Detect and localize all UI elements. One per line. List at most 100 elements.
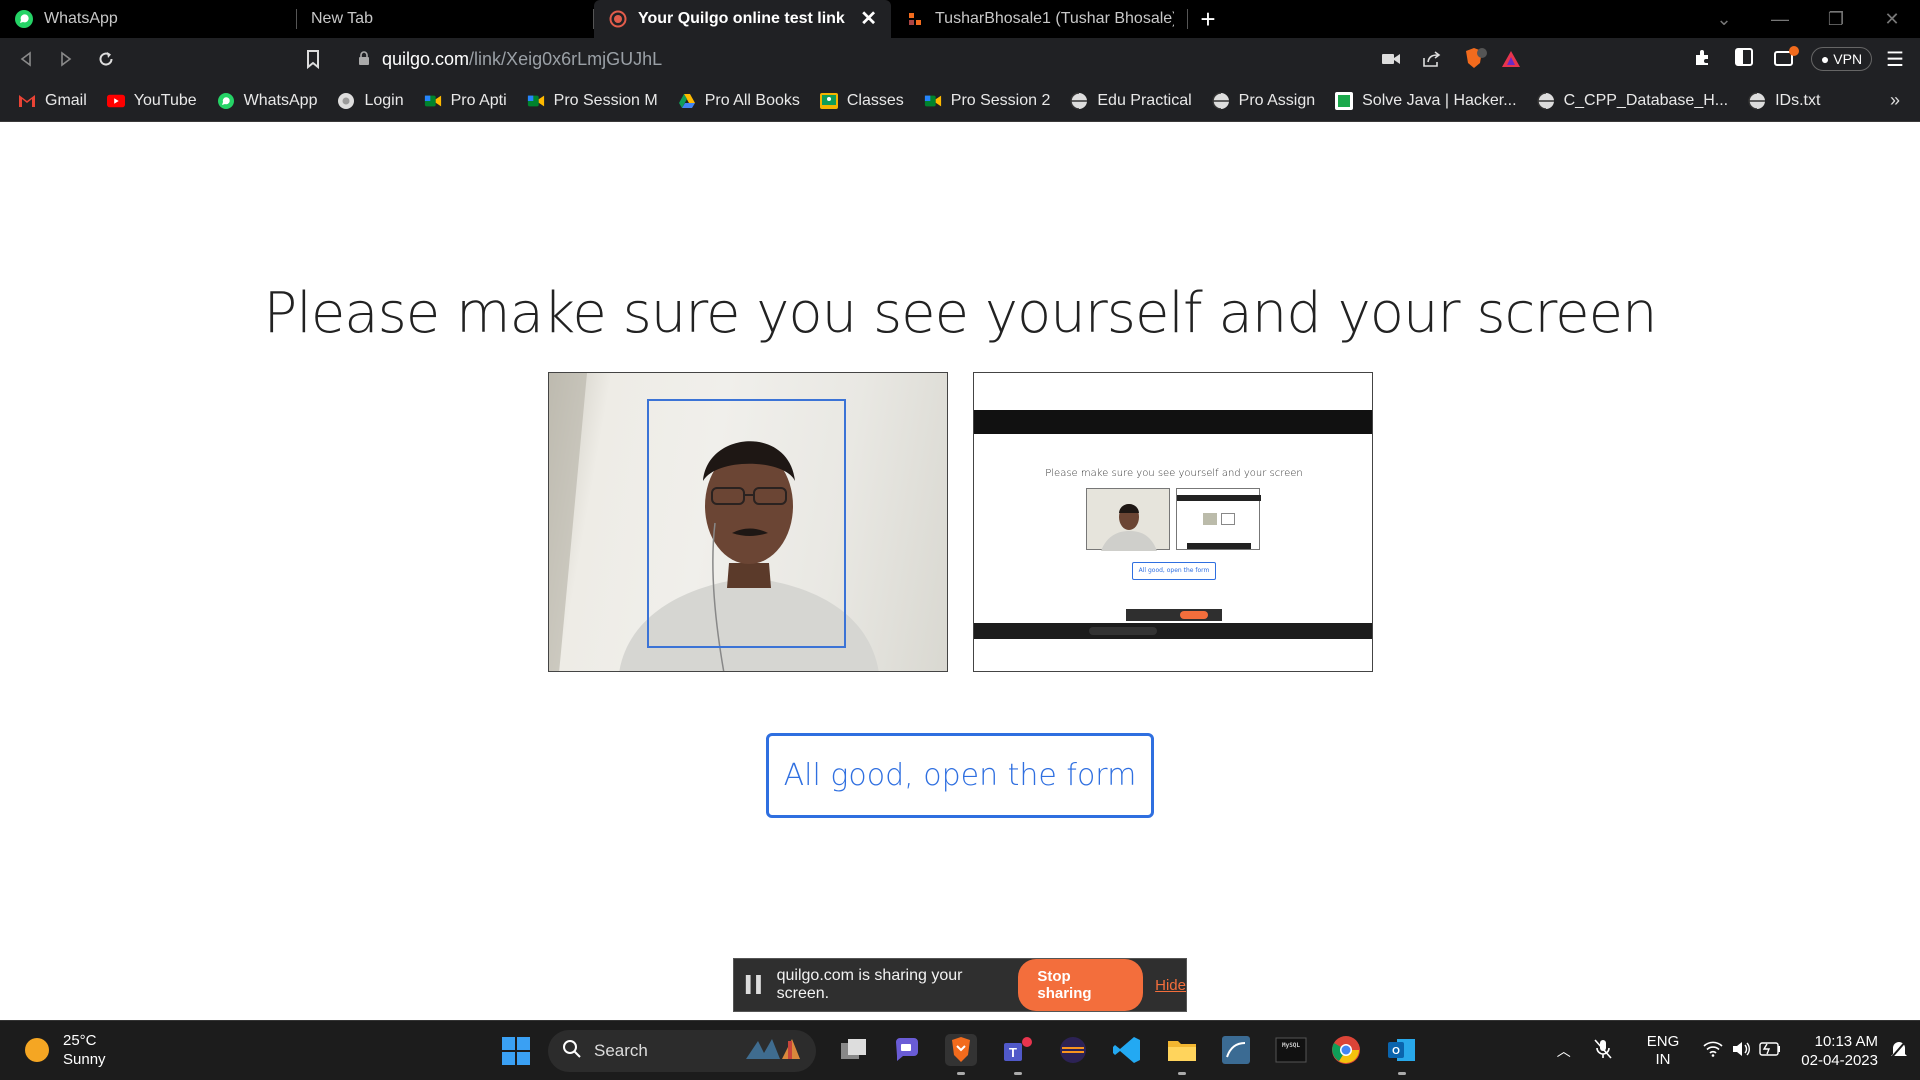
bookmark-icon[interactable]	[302, 48, 324, 70]
pause-icon: ▍▍	[746, 977, 769, 994]
reload-icon[interactable]	[86, 38, 126, 80]
bookmark-pro-apti[interactable]: Pro Apti	[424, 92, 507, 110]
bookmark-label: Gmail	[45, 91, 87, 109]
bookmark-gmail[interactable]: Gmail	[18, 92, 87, 110]
vscode-icon[interactable]	[1111, 1034, 1143, 1066]
close-icon[interactable]: ✕	[860, 9, 877, 29]
windows-logo-tile	[502, 1037, 515, 1050]
bookmark-label: WhatsApp	[243, 91, 318, 109]
bookmark-cpp-database[interactable]: C_CPP_Database_H...	[1536, 92, 1728, 110]
mic-muted-icon[interactable]	[1593, 1038, 1613, 1065]
preview-open-form-button: All good, open the form	[1132, 562, 1216, 580]
hide-link[interactable]: Hide	[1155, 977, 1186, 994]
bookmark-pro-session-2[interactable]: Pro Session 2	[924, 92, 1050, 110]
svg-text:MySQL: MySQL	[1282, 1042, 1300, 1049]
bookmark-pro-assign[interactable]: Pro Assign	[1211, 91, 1316, 110]
bookmark-youtube[interactable]: YouTube	[106, 92, 197, 110]
bookmark-whatsapp[interactable]: WhatsApp	[217, 91, 318, 110]
chevron-down-icon[interactable]: ⌄	[1696, 9, 1752, 30]
bookmark-ids-txt[interactable]: IDs.txt	[1748, 92, 1820, 110]
tab-title: Your Quilgo online test link	[638, 10, 845, 27]
bookmarks-overflow-button[interactable]: »	[1890, 90, 1900, 111]
bookmark-hackerrank[interactable]: Solve Java | Hacker...	[1335, 91, 1517, 110]
volume-icon[interactable]	[1731, 1041, 1751, 1062]
meet-icon	[527, 92, 545, 110]
back-icon[interactable]	[6, 38, 46, 80]
screen-share-banner: ▍▍ quilgo.com is sharing your screen. St…	[733, 958, 1187, 1012]
preview-chrome	[974, 410, 1372, 434]
tab-strip: WhatsApp New Tab Your Quilgo online test…	[0, 0, 1920, 38]
weather-widget[interactable]: 25°C Sunny	[25, 1031, 106, 1069]
windows-logo-tile	[517, 1052, 530, 1065]
close-window-icon[interactable]: ✕	[1864, 9, 1920, 30]
camera-preview	[548, 372, 948, 672]
camera-icon[interactable]	[1382, 44, 1400, 74]
extensions-icon[interactable]	[1693, 47, 1713, 71]
chat-icon[interactable]	[891, 1034, 923, 1066]
bookmark-label: IDs.txt	[1775, 91, 1821, 109]
brave-rewards-icon[interactable]	[1500, 44, 1522, 74]
sidebar-icon[interactable]	[1734, 48, 1753, 70]
youtube-icon	[106, 92, 125, 110]
bookmark-pro-session-m[interactable]: Pro Session M	[527, 92, 658, 110]
tab-title: New Tab	[311, 10, 373, 27]
bookmark-login[interactable]: Login	[337, 92, 404, 110]
hackerrank-icon	[1335, 91, 1354, 110]
wallet-icon[interactable]	[1773, 46, 1799, 72]
url-path: /link/Xeig0x6rLmjGUJhL	[469, 48, 663, 69]
tab-quilgo[interactable]: Your Quilgo online test link ✕	[594, 0, 891, 38]
menu-icon[interactable]: ☰	[1886, 47, 1904, 71]
teams-icon[interactable]: T	[1002, 1034, 1034, 1075]
browser-toolbar: quilgo.com/link/Xeig0x6rLmjGUJhL ● VPN ☰	[0, 38, 1920, 80]
preview-stop-button	[1180, 611, 1208, 619]
tab-whatsapp[interactable]: WhatsApp	[0, 0, 297, 38]
globe-icon	[1070, 91, 1088, 110]
globe-icon	[1211, 91, 1230, 110]
search-highlight-icon	[742, 1035, 806, 1068]
battery-icon[interactable]	[1759, 1041, 1781, 1061]
search-icon	[562, 1039, 582, 1064]
task-view-icon[interactable]	[838, 1034, 870, 1066]
share-status-text: quilgo.com is sharing your screen.	[776, 967, 963, 1002]
address-bar[interactable]: quilgo.com/link/Xeig0x6rLmjGUJhL	[338, 44, 1554, 74]
open-form-button[interactable]: All good, open the form	[766, 733, 1154, 818]
bookmark-label: Pro Assign	[1238, 91, 1316, 109]
windows-logo-tile	[517, 1037, 530, 1050]
notification-bell-icon[interactable]	[1890, 1039, 1908, 1064]
wifi-icon[interactable]	[1703, 1041, 1723, 1062]
clock-time: 10:13 AM	[1814, 1033, 1878, 1050]
bookmark-label: Edu Practical	[1097, 91, 1192, 109]
language-indicator[interactable]: ENG IN	[1647, 1033, 1680, 1069]
brave-browser-icon[interactable]	[945, 1034, 977, 1075]
stop-sharing-button[interactable]: Stop sharing	[1018, 959, 1144, 1011]
start-button[interactable]	[502, 1037, 530, 1065]
restore-icon[interactable]: ❐	[1808, 9, 1864, 30]
eclipse-icon[interactable]	[1057, 1034, 1089, 1066]
meet-icon	[424, 92, 442, 110]
svg-text:O: O	[1392, 1046, 1400, 1057]
minimize-icon[interactable]: —	[1752, 9, 1808, 30]
whatsapp-icon	[217, 92, 235, 110]
vpn-button[interactable]: ● VPN	[1810, 47, 1873, 71]
file-explorer-icon[interactable]	[1166, 1034, 1198, 1075]
tab-new-tab[interactable]: New Tab	[297, 0, 594, 38]
forward-icon[interactable]	[46, 38, 86, 80]
tab-gitlab[interactable]: TusharBhosale1 (Tushar Bhosale) - Rep	[891, 0, 1188, 38]
bookmark-pro-all-books[interactable]: Pro All Books	[678, 92, 800, 110]
brave-shield-icon[interactable]	[1462, 44, 1488, 74]
mysql-shell-icon[interactable]: MySQL	[1275, 1034, 1307, 1066]
thumb-chrome	[1177, 495, 1261, 501]
new-tab-button[interactable]: +	[1188, 0, 1228, 38]
taskbar-search[interactable]: Search	[548, 1030, 816, 1072]
mysql-workbench-icon[interactable]	[1220, 1034, 1252, 1066]
chrome-icon[interactable]	[1330, 1034, 1362, 1066]
bookmark-classes[interactable]: Classes	[819, 92, 904, 110]
clock[interactable]: 10:13 AM 02-04-2023	[1801, 1032, 1878, 1070]
outlook-icon[interactable]: O	[1386, 1034, 1418, 1075]
bookmark-label: Solve Java | Hacker...	[1362, 91, 1517, 109]
share-icon[interactable]	[1422, 44, 1442, 74]
chevron-up-icon[interactable]: ︿	[1557, 1041, 1571, 1061]
bookmark-edu-practical[interactable]: Edu Practical	[1070, 91, 1192, 110]
globe-icon	[337, 92, 355, 110]
windows-logo-tile	[502, 1052, 515, 1065]
